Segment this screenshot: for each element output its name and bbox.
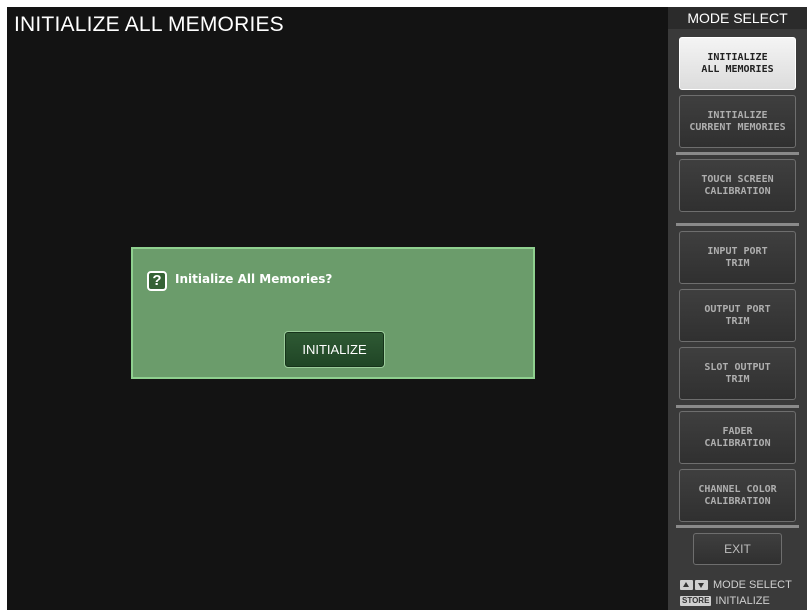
mode-slot-output-trim-button[interactable]: SLOT OUTPUT TRIM bbox=[679, 347, 796, 400]
down-arrow-key-icon bbox=[695, 580, 708, 590]
mode-output-port-trim-button[interactable]: OUTPUT PORT TRIM bbox=[679, 289, 796, 342]
sidebar-divider bbox=[676, 405, 799, 408]
confirm-dialog: ? Initialize All Memories? INITIALIZE bbox=[131, 247, 535, 379]
main-panel: INITIALIZE ALL MEMORIES ? Initialize All… bbox=[7, 7, 668, 610]
sidebar-divider bbox=[676, 152, 799, 155]
mode-initialize-all-memories-button[interactable]: INITIALIZE ALL MEMORIES bbox=[679, 37, 796, 90]
store-key-icon: STORE bbox=[680, 596, 712, 606]
mode-initialize-current-memories-button[interactable]: INITIALIZE CURRENT MEMORIES bbox=[679, 95, 796, 148]
legend-arrows-row: MODE SELECT bbox=[680, 577, 807, 593]
key-legend: MODE SELECT STORE INITIALIZE bbox=[680, 577, 807, 609]
mode-fader-calibration-button[interactable]: FADER CALIBRATION bbox=[679, 411, 796, 464]
sidebar-divider bbox=[676, 525, 799, 528]
mode-select-sidebar: MODE SELECT INITIALIZE ALL MEMORIES INIT… bbox=[668, 7, 807, 610]
exit-button[interactable]: EXIT bbox=[693, 533, 782, 565]
app-screen: INITIALIZE ALL MEMORIES ? Initialize All… bbox=[7, 7, 807, 610]
sidebar-header: MODE SELECT bbox=[668, 7, 807, 29]
mode-input-port-trim-button[interactable]: INPUT PORT TRIM bbox=[679, 231, 796, 284]
legend-store-text: INITIALIZE bbox=[715, 595, 770, 607]
question-icon: ? bbox=[147, 271, 167, 291]
mode-touch-screen-calibration-button[interactable]: TOUCH SCREEN CALIBRATION bbox=[679, 159, 796, 212]
mode-channel-color-calibration-button[interactable]: CHANNEL COLOR CALIBRATION bbox=[679, 469, 796, 522]
dialog-message: Initialize All Memories? bbox=[175, 272, 333, 286]
legend-store-row: STORE INITIALIZE bbox=[680, 593, 807, 609]
up-arrow-key-icon bbox=[680, 580, 693, 590]
page-title: INITIALIZE ALL MEMORIES bbox=[14, 13, 284, 36]
initialize-button[interactable]: INITIALIZE bbox=[284, 331, 385, 368]
sidebar-divider bbox=[676, 223, 799, 226]
legend-arrows-text: MODE SELECT bbox=[713, 579, 792, 591]
